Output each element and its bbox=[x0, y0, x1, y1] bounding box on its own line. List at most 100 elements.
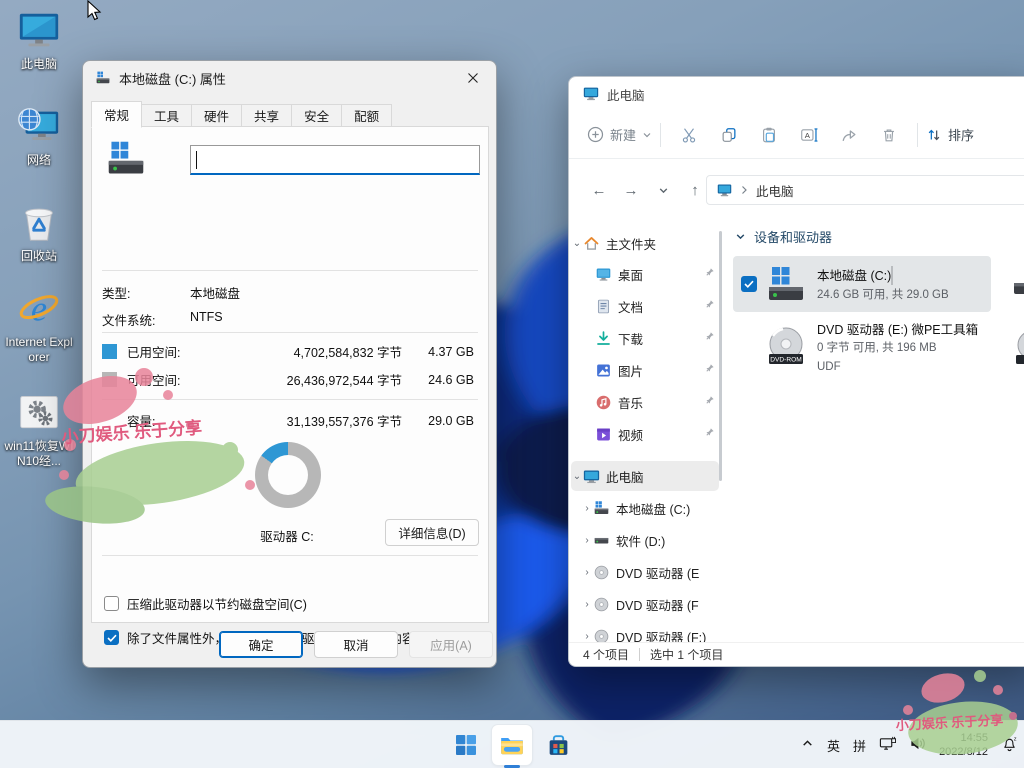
cut-button[interactable] bbox=[669, 119, 709, 151]
chevron-right-icon[interactable]: › bbox=[581, 567, 593, 578]
ime-mode-indicator[interactable]: 拼 bbox=[853, 736, 866, 755]
chevron-right-icon[interactable]: › bbox=[581, 599, 593, 610]
network-icon bbox=[16, 104, 62, 150]
drive-item-dvd-e[interactable]: DVD-ROM DVD 驱动器 (E:) 微PE工具箱 0 字节 可用, 共 1… bbox=[733, 319, 991, 375]
sidebar-item-label: DVD 驱动器 (F bbox=[616, 595, 719, 614]
drive-caption: 驱动器 C: bbox=[212, 526, 362, 545]
desktop-icon-recycle-bin[interactable]: 回收站 bbox=[4, 200, 74, 264]
sidebar-item-music[interactable]: 音乐 bbox=[571, 387, 719, 417]
explorer-titlebar[interactable]: 此电脑 bbox=[569, 77, 1024, 111]
details-button[interactable]: 详细信息(D) bbox=[385, 519, 479, 546]
sidebar-item-this-pc[interactable]: ⌄ 此电脑 bbox=[571, 461, 719, 491]
drive-icon-partial[interactable] bbox=[1014, 273, 1024, 304]
delete-button[interactable] bbox=[869, 119, 909, 151]
svg-text:e: e bbox=[31, 289, 47, 329]
apply-button[interactable]: 应用(A) bbox=[409, 631, 493, 658]
divider bbox=[102, 332, 478, 333]
network-icon[interactable] bbox=[879, 735, 896, 755]
desktop-icon-this-pc[interactable]: 此电脑 bbox=[4, 8, 74, 72]
sidebar-item-local-disk-c[interactable]: › 本地磁盘 (C:) bbox=[571, 493, 719, 523]
chevron-down-icon[interactable]: ⌄ bbox=[571, 238, 583, 249]
hidden-icons-chevron[interactable] bbox=[801, 737, 814, 753]
address-bar[interactable]: 此电脑 bbox=[706, 175, 1024, 205]
sidebar-item-dvd-e[interactable]: › DVD 驱动器 (E bbox=[571, 557, 719, 587]
ok-button[interactable]: 确定 bbox=[219, 631, 303, 658]
start-button[interactable] bbox=[446, 725, 486, 765]
taskbar-clock[interactable]: 14:55 2022/8/12 bbox=[939, 731, 988, 760]
desktop-icon-label: 此电脑 bbox=[21, 57, 57, 72]
notification-bell-icon[interactable]: z bbox=[1001, 735, 1018, 755]
sidebar-item-drive-d[interactable]: › 软件 (D:) bbox=[571, 525, 719, 555]
selected-count: 选中 1 个项目 bbox=[650, 646, 723, 663]
close-button[interactable] bbox=[456, 64, 490, 92]
compress-checkbox[interactable] bbox=[104, 596, 119, 611]
tree-scrollbar[interactable] bbox=[719, 231, 722, 481]
drive-item-details: 本地磁盘 (C:) 24.6 GB 可用, 共 29.0 GB bbox=[817, 265, 991, 303]
share-button[interactable] bbox=[829, 119, 869, 151]
taskbar-store-button[interactable] bbox=[538, 725, 578, 765]
section-devices-and-drives[interactable]: 设备和驱动器 bbox=[735, 227, 832, 246]
desktop-folder-icon bbox=[595, 266, 612, 283]
rename-button[interactable]: A bbox=[789, 119, 829, 151]
sidebar-item-dvd-f[interactable]: › DVD 驱动器 (F bbox=[571, 589, 719, 619]
chevron-right-icon[interactable]: › bbox=[581, 631, 593, 642]
section-label: 设备和驱动器 bbox=[754, 227, 832, 246]
desktop-icon-label: Internet Explorer bbox=[4, 335, 74, 365]
ime-language-indicator[interactable]: 英 bbox=[827, 736, 840, 755]
cancel-button[interactable]: 取消 bbox=[314, 631, 398, 658]
drive-item-local-disk-c[interactable]: 本地磁盘 (C:) 24.6 GB 可用, 共 29.0 GB bbox=[733, 256, 991, 312]
usage-donut bbox=[255, 442, 321, 508]
free-space-size: 24.6 GB bbox=[402, 373, 474, 387]
volume-icon[interactable] bbox=[909, 735, 926, 755]
sort-button[interactable]: 排序 bbox=[926, 125, 974, 144]
desktop-icon-win11-restore[interactable]: win11恢复WIN10经... bbox=[4, 390, 74, 469]
forward-button[interactable]: → bbox=[617, 176, 645, 204]
sidebar-item-label: 下载 bbox=[618, 329, 704, 348]
sidebar-item-pictures[interactable]: 图片 bbox=[571, 355, 719, 385]
chevron-right-icon[interactable]: › bbox=[581, 535, 593, 546]
dvd-icon bbox=[593, 628, 610, 643]
sidebar-item-label: DVD 驱动器 (E bbox=[616, 563, 719, 582]
chevron-down-icon[interactable]: ⌄ bbox=[571, 471, 583, 482]
tab-quota[interactable]: 配额 bbox=[342, 104, 392, 127]
capacity-spacer bbox=[102, 413, 117, 428]
drive-item-details: DVD 驱动器 (E:) 微PE工具箱 0 字节 可用, 共 196 MB UD… bbox=[817, 319, 991, 375]
sidebar-item-documents[interactable]: 文档 bbox=[571, 291, 719, 321]
pin-icon bbox=[704, 299, 715, 313]
explorer-body: ⌄ 主文件夹 桌面 文档 下载 bbox=[569, 213, 1024, 642]
new-button[interactable]: 新建 bbox=[587, 125, 652, 144]
dvd-icon-partial[interactable] bbox=[1014, 329, 1024, 374]
navigation-pane: ⌄ 主文件夹 桌面 文档 下载 bbox=[569, 213, 725, 642]
compress-checkbox-row[interactable]: 压缩此驱动器以节约磁盘空间(C) bbox=[104, 594, 307, 613]
desktop-icon-network[interactable]: 网络 bbox=[4, 104, 74, 168]
tab-security[interactable]: 安全 bbox=[292, 104, 342, 127]
desktop-icon-internet-explorer[interactable]: e Internet Explorer bbox=[4, 286, 74, 365]
sidebar-item-desktop[interactable]: 桌面 bbox=[571, 259, 719, 289]
breadcrumb[interactable]: 此电脑 bbox=[756, 181, 794, 200]
general-tab-page: 类型: 本地磁盘 文件系统: NTFS 已用空间: 4,702,584,832 … bbox=[91, 126, 489, 623]
tab-tools[interactable]: 工具 bbox=[142, 104, 192, 127]
sidebar-item-videos[interactable]: 视频 bbox=[571, 419, 719, 449]
windows-logo-icon bbox=[454, 733, 478, 757]
dvd-rom-icon: DVD-ROM bbox=[763, 324, 809, 370]
history-chevron-button[interactable] bbox=[649, 176, 677, 204]
tab-hardware[interactable]: 硬件 bbox=[192, 104, 242, 127]
text-caret bbox=[196, 151, 197, 169]
dialog-titlebar[interactable]: 本地磁盘 (C:) 属性 bbox=[83, 61, 496, 95]
divider bbox=[102, 555, 478, 556]
tab-general[interactable]: 常规 bbox=[91, 101, 142, 128]
sidebar-item-dvd-partial[interactable]: › DVD 驱动器 (F:) bbox=[571, 621, 719, 642]
gears-icon bbox=[16, 390, 62, 436]
copy-button[interactable] bbox=[709, 119, 749, 151]
item-checkbox[interactable] bbox=[741, 276, 757, 292]
back-button[interactable]: ← bbox=[585, 176, 613, 204]
volume-label-input[interactable] bbox=[190, 145, 480, 175]
chevron-right-icon[interactable]: › bbox=[581, 503, 593, 514]
taskbar-file-explorer-button[interactable] bbox=[492, 725, 532, 765]
up-button[interactable]: ↑ bbox=[681, 176, 709, 204]
sidebar-item-home[interactable]: ⌄ 主文件夹 bbox=[571, 228, 719, 258]
paste-button[interactable] bbox=[749, 119, 789, 151]
tab-sharing[interactable]: 共享 bbox=[242, 104, 292, 127]
scissors-icon bbox=[680, 126, 698, 144]
sidebar-item-downloads[interactable]: 下载 bbox=[571, 323, 719, 353]
